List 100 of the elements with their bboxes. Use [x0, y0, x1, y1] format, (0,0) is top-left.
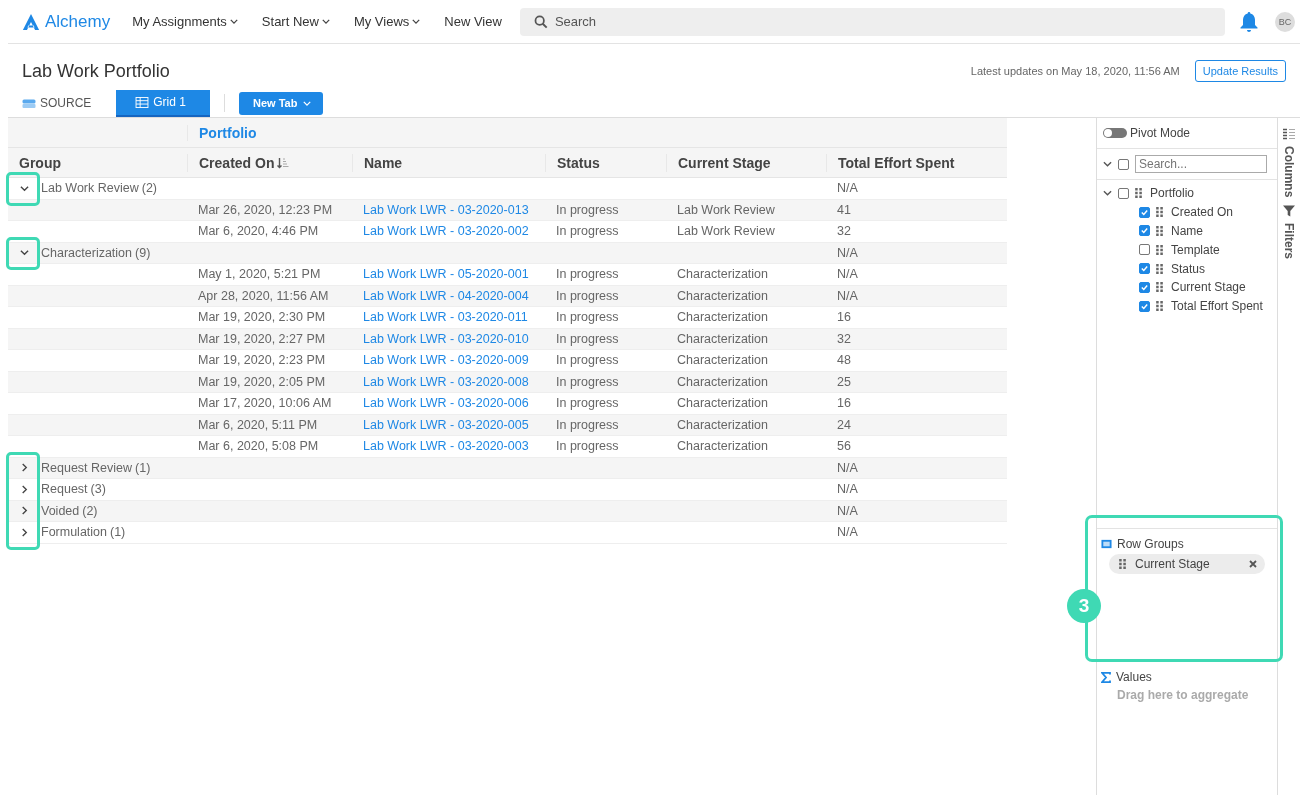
column-checkbox[interactable]	[1139, 206, 1150, 218]
column-header[interactable]: Name	[364, 154, 403, 171]
table-cell: In progress	[556, 310, 619, 325]
drag-handle-icon[interactable]	[1156, 226, 1163, 236]
nav-menu-item[interactable]: My Assignments	[132, 14, 238, 29]
column-checkbox[interactable]	[1139, 300, 1150, 312]
table-cell: May 1, 2020, 5:21 PM	[198, 267, 321, 282]
side-tab[interactable]: Columns	[1282, 128, 1296, 198]
column-header[interactable]: Group	[19, 154, 61, 171]
drag-handle-icon[interactable]	[1135, 188, 1142, 199]
table-cell: 16	[837, 310, 851, 325]
chevron-down-icon	[412, 19, 421, 24]
update-results-button[interactable]: Update Results	[1194, 60, 1286, 82]
column-header[interactable]: Total Effort Spent	[838, 154, 955, 171]
group-label: Request Review	[41, 460, 132, 475]
column-label: Created On	[1171, 205, 1234, 220]
tab[interactable]: Grid 1	[116, 89, 210, 117]
table-icon	[135, 96, 150, 108]
column-search-field[interactable]: Search...	[1135, 155, 1267, 173]
group-count: (2)	[141, 181, 157, 196]
record-link[interactable]: Lab Work LWR - 03-2020-009	[363, 353, 529, 368]
column-header[interactable]: Created On	[199, 154, 275, 171]
table-cell-text: N/A	[836, 181, 859, 196]
expand-toggle-icon[interactable]	[20, 248, 29, 258]
group-count: (1)	[135, 460, 151, 475]
table-cell: 32	[837, 331, 851, 346]
table-cell: Apr 28, 2020, 11:56 AM	[198, 288, 329, 303]
values-title: Values	[1116, 670, 1152, 684]
drag-handle-icon[interactable]	[1156, 282, 1163, 293]
table-cell: In progress	[556, 202, 619, 217]
group-count: (3)	[90, 482, 106, 497]
drop-zone-hint: Drag here to aggregate	[1116, 688, 1250, 702]
record-link[interactable]: Lab Work LWR - 05-2020-001	[363, 267, 529, 282]
record-link[interactable]: Lab Work LWR - 03-2020-008	[363, 374, 529, 389]
record-link[interactable]: Lab Work LWR - 03-2020-005	[363, 417, 529, 432]
table-cell: N/A	[837, 288, 858, 303]
table-cell: In progress	[556, 396, 619, 411]
table-cell: Mar 19, 2020, 2:23 PM	[198, 353, 326, 368]
record-link[interactable]: Lab Work LWR - 03-2020-002	[363, 224, 529, 239]
column-header[interactable]: Current Stage	[678, 154, 771, 171]
row-group-chip[interactable]: Current Stage	[1109, 554, 1265, 574]
column-label: Status	[1171, 261, 1206, 276]
table-cell: 48	[837, 353, 851, 368]
column-checkbox[interactable]	[1139, 244, 1150, 256]
drag-handle-icon[interactable]	[1156, 207, 1163, 218]
new-tab-button[interactable]: New Tab	[239, 91, 324, 115]
sort-descending-icon[interactable]	[277, 156, 290, 169]
table-cell: In progress	[556, 224, 619, 239]
table-cell: Characterization	[677, 288, 768, 303]
column-checkbox[interactable]	[1139, 225, 1150, 237]
record-link[interactable]: Lab Work LWR - 03-2020-013	[363, 202, 529, 217]
chevron-down-icon[interactable]	[1103, 190, 1112, 197]
select-all-checkbox[interactable]	[1118, 158, 1129, 170]
nav-menu-item[interactable]: New View	[444, 14, 502, 29]
record-link[interactable]: Lab Work LWR - 03-2020-003	[363, 439, 529, 454]
record-link[interactable]: Lab Work LWR - 03-2020-011	[363, 310, 528, 325]
column-label: Current Stage	[1171, 280, 1246, 295]
table-cell: 16	[837, 396, 851, 411]
record-link[interactable]: Lab Work LWR - 03-2020-010	[363, 331, 529, 346]
expand-toggle-icon[interactable]	[20, 463, 29, 473]
side-tab[interactable]: Filters	[1282, 205, 1296, 260]
chevron-down-icon[interactable]	[1103, 161, 1112, 167]
table-cell: 56	[837, 439, 851, 454]
table-cell: In progress	[556, 288, 619, 303]
column-group-label: Portfolio	[1150, 186, 1195, 201]
table-cell: Mar 19, 2020, 2:30 PM	[198, 310, 326, 325]
columns-icon	[1283, 128, 1295, 140]
page-title: Lab Work Portfolio	[22, 60, 170, 82]
table-cell: Lab Work Review	[677, 224, 775, 239]
notification-bell-icon[interactable]	[1239, 10, 1259, 33]
search-field[interactable]: Search	[519, 7, 1225, 36]
user-avatar[interactable]: BC	[1275, 11, 1295, 32]
column-label: Total Effort Spent	[1171, 299, 1263, 314]
drag-handle-icon[interactable]	[1156, 301, 1163, 312]
nav-menu-item[interactable]: My Views	[353, 14, 421, 29]
drag-handle-icon[interactable]	[1156, 263, 1163, 274]
logo-text[interactable]: Alchemy	[45, 11, 111, 32]
column-label: Template	[1171, 242, 1220, 257]
expand-toggle-icon[interactable]	[20, 506, 29, 516]
column-checkbox[interactable]	[1139, 263, 1150, 275]
group-label: Formulation	[41, 525, 107, 540]
table-cell: Characterization	[677, 353, 768, 368]
table-cell: 32	[837, 224, 851, 239]
expand-toggle-icon[interactable]	[20, 527, 29, 537]
table-cell: Mar 26, 2020, 12:23 PM	[198, 202, 333, 217]
drag-handle-icon[interactable]	[1156, 244, 1163, 255]
pivot-mode-toggle[interactable]	[1103, 128, 1127, 138]
tab[interactable]: SOURCE	[22, 89, 116, 117]
nav-menu-item[interactable]: Start New	[261, 14, 330, 29]
drag-handle-icon[interactable]	[1119, 559, 1126, 569]
record-link[interactable]: Lab Work LWR - 03-2020-006	[363, 396, 529, 411]
table-cell: Characterization	[677, 310, 768, 325]
expand-toggle-icon[interactable]	[20, 484, 29, 494]
column-header[interactable]: Status	[557, 154, 600, 171]
column-checkbox[interactable]	[1118, 187, 1129, 199]
column-checkbox[interactable]	[1139, 281, 1150, 293]
expand-toggle-icon[interactable]	[20, 183, 29, 193]
record-link[interactable]: Lab Work LWR - 04-2020-004	[363, 288, 529, 303]
close-icon[interactable]	[1249, 560, 1257, 568]
table-cell-text: N/A	[836, 503, 859, 518]
